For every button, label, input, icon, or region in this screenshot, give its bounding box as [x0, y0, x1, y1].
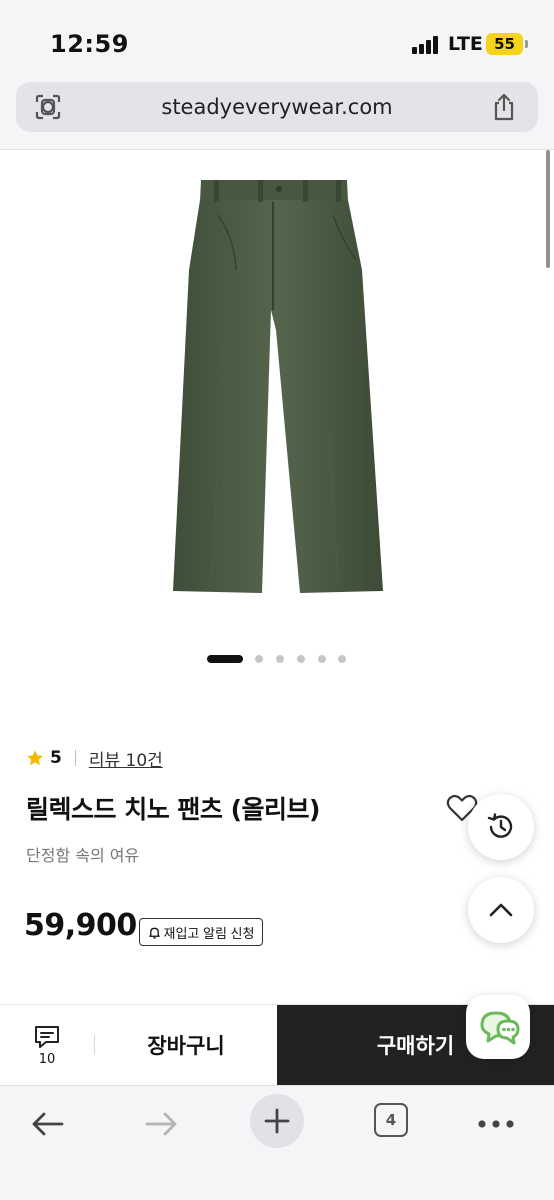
carousel-dot[interactable]	[318, 655, 326, 663]
new-tab-button[interactable]	[250, 1094, 304, 1148]
browser-address-area: steadyeverywear.com	[0, 80, 554, 150]
network-label: LTE	[448, 33, 483, 55]
forward-button[interactable]	[142, 1104, 182, 1144]
address-bar[interactable]: steadyeverywear.com	[16, 82, 538, 132]
carousel-dot[interactable]	[338, 655, 346, 663]
carousel-dots[interactable]	[0, 653, 554, 665]
rating-value: 5	[50, 748, 62, 768]
chevron-up-icon	[489, 903, 513, 917]
signal-icon	[412, 36, 442, 54]
battery-icon: 55	[486, 33, 528, 55]
carousel-dot-active[interactable]	[207, 655, 243, 663]
url-text[interactable]: steadyeverywear.com	[16, 95, 538, 119]
back-arrow-icon	[32, 1112, 64, 1136]
divider	[74, 750, 76, 766]
back-button[interactable]	[27, 1104, 67, 1144]
tabs-icon[interactable]: 4	[374, 1103, 408, 1137]
add-to-cart-button[interactable]: 장바구니	[95, 1005, 277, 1085]
scroll-top-button[interactable]	[468, 877, 534, 943]
plus-icon	[264, 1108, 290, 1134]
star-icon	[27, 750, 43, 766]
more-icon	[478, 1120, 514, 1128]
review-link[interactable]: 리뷰 10건	[89, 746, 163, 771]
history-icon	[487, 813, 513, 838]
product-image[interactable]	[0, 160, 554, 650]
comment-count: 10	[38, 1051, 56, 1067]
comment-icon	[35, 1025, 59, 1048]
recent-history-button[interactable]	[468, 794, 534, 860]
bell-icon	[148, 927, 160, 939]
restock-alert-button[interactable]: 재입고 알림 신청	[139, 918, 263, 946]
product-title: 릴렉스드 치노 팬츠 (올리브)	[26, 795, 320, 824]
carousel-dot[interactable]	[276, 655, 284, 663]
rating-row: 5 리뷰 10건	[26, 746, 163, 771]
carousel-dot[interactable]	[255, 655, 263, 663]
browser-toolbar: 4	[0, 1085, 554, 1200]
product-subtitle: 단정함 속의 여유	[26, 846, 140, 865]
share-icon[interactable]	[490, 92, 518, 122]
product-price: 59,900	[24, 908, 137, 943]
comment-button[interactable]: 10	[0, 1005, 94, 1085]
status-time: 12:59	[50, 30, 129, 58]
chat-button[interactable]	[466, 995, 530, 1059]
chat-icon	[480, 1011, 520, 1045]
status-bar: 12:59 LTE 55	[0, 0, 554, 80]
carousel-dot[interactable]	[297, 655, 305, 663]
forward-arrow-icon	[145, 1112, 177, 1136]
more-menu-button[interactable]	[476, 1104, 516, 1144]
restock-label: 재입고 알림 신청	[163, 925, 255, 941]
